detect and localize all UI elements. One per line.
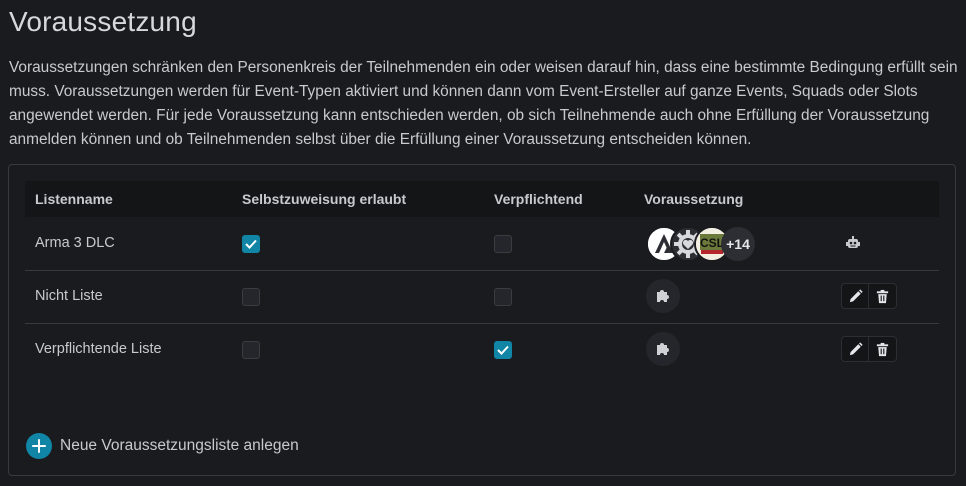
table-row: Nicht Liste [25,270,939,324]
column-header-requirement: Voraussetzung [644,191,744,207]
trash-icon [876,289,889,304]
more-requirements-count[interactable]: +14 [721,227,755,261]
list-name: Arma 3 DLC [35,235,115,251]
puzzle-icon [646,279,680,313]
edit-button[interactable] [841,283,869,309]
mandatory-checkbox[interactable] [494,288,512,306]
self-assign-checkbox[interactable] [242,288,260,306]
column-header-mandatory: Verpflichtend [494,191,583,207]
page-description: Voraussetzungen schränken den Personenkr… [9,59,958,148]
delete-button[interactable] [869,336,897,362]
page-title: Voraussetzung [9,6,197,37]
check-icon [497,345,509,355]
robot-icon [846,236,860,248]
table-row: Verpflichtende Liste [25,323,939,376]
delete-button[interactable] [869,283,897,309]
edit-icon [849,342,863,356]
self-assign-checkbox[interactable] [242,235,260,253]
mandatory-checkbox[interactable] [494,235,512,253]
table-row: Arma 3 DLC CSL +14 [25,217,939,271]
trash-icon [876,342,889,357]
row-actions [841,336,897,362]
edit-icon [849,289,863,303]
requirement-lists-card: Listenname Selbstzuweisung erlaubt Verpf… [8,164,956,476]
list-name: Verpflichtende Liste [35,341,162,357]
plus-icon [26,433,52,459]
add-requirement-list-label: Neue Voraussetzungsliste anlegen [60,437,299,454]
column-header-list-name: Listenname [35,191,113,207]
table-header: Listenname Selbstzuweisung erlaubt Verpf… [25,181,939,217]
puzzle-icon [646,332,680,366]
check-icon [245,239,257,249]
page: Voraussetzung Voraussetzungen schränken … [0,0,966,486]
edit-button[interactable] [841,336,869,362]
self-assign-checkbox[interactable] [242,341,260,359]
mandatory-checkbox[interactable] [494,341,512,359]
column-header-self-assign: Selbstzuweisung erlaubt [242,191,407,207]
row-actions [841,283,897,309]
list-name: Nicht Liste [35,288,103,304]
